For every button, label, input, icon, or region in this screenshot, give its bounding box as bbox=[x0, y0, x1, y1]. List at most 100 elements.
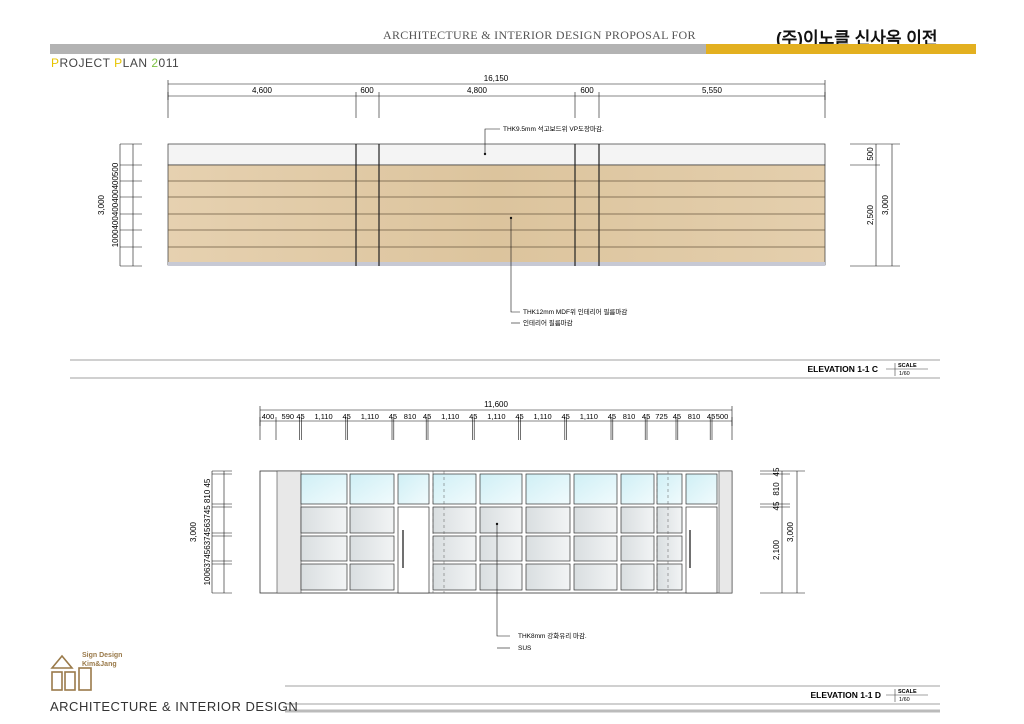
d-glass-pane bbox=[620, 535, 655, 562]
d-seg-dim: 45 bbox=[707, 412, 715, 421]
d-glass-pane bbox=[656, 563, 683, 591]
d-glass-pane bbox=[573, 506, 618, 534]
d-left-stack: 100637456374563745 810 45 bbox=[203, 478, 212, 585]
company-logo: Sign Design Kim&Jang bbox=[50, 652, 122, 691]
d-glass-pane bbox=[479, 535, 523, 562]
c-seg-dim-3: 4,800 bbox=[467, 86, 488, 95]
d-seg-dim: 500 bbox=[716, 412, 729, 421]
d-seg-dim: 45 bbox=[389, 412, 397, 421]
d-right-dim-4: 2,100 bbox=[772, 539, 781, 560]
d-seg-dim: 810 bbox=[623, 412, 636, 421]
c-note-top: THK9.5mm 석고보드위 VP도장마감. bbox=[503, 124, 604, 133]
c-seg-dim-2: 600 bbox=[360, 86, 374, 95]
d-glass-pane bbox=[573, 563, 618, 591]
d-glass-pane bbox=[525, 506, 571, 534]
d-seg-dim: 45 bbox=[469, 412, 477, 421]
logo-line1: Sign Design bbox=[82, 652, 122, 659]
d-seg-dim: 1,110 bbox=[441, 412, 459, 421]
d-glass-pane bbox=[525, 563, 571, 591]
d-seg-dim: 1,110 bbox=[314, 412, 332, 421]
d-left-column bbox=[276, 470, 302, 594]
d-glass-pane bbox=[349, 506, 395, 534]
d-seg-dim: 45 bbox=[642, 412, 650, 421]
c-right-dim-2: 2,500 bbox=[866, 204, 875, 225]
d-scale-value: 1/60 bbox=[899, 697, 910, 703]
d-glass-pane bbox=[397, 473, 430, 505]
c-scale-label: SCALE bbox=[898, 363, 917, 369]
c-note-bottom-1: THK12mm MDF위 인테리어 필름마감 bbox=[523, 307, 627, 316]
d-glass-pane bbox=[656, 473, 683, 505]
d-glass-pane bbox=[300, 506, 348, 534]
d-glass-pane bbox=[525, 535, 571, 562]
c-wood-panel bbox=[167, 164, 826, 266]
c-overall-dim: 16,150 bbox=[484, 74, 509, 83]
c-note-bottom-2: 인테리어 필름마감 bbox=[523, 318, 573, 327]
c-upper-gypsum-panel bbox=[167, 143, 826, 166]
c-seg-dim-4: 600 bbox=[580, 86, 594, 95]
d-overall-dim: 11,600 bbox=[484, 400, 508, 409]
d-glass-pane bbox=[620, 563, 655, 591]
d-right-dim-3: 45 bbox=[772, 501, 781, 510]
d-glass-pane bbox=[349, 473, 395, 505]
d-glass-pane bbox=[525, 473, 571, 505]
d-right-dim-5: 3,000 bbox=[786, 521, 795, 542]
c-left-height: 3,000 bbox=[97, 194, 106, 215]
d-glass-pane bbox=[300, 563, 348, 591]
c-scale-value: 1/60 bbox=[899, 371, 910, 377]
d-glass-pane bbox=[656, 506, 683, 534]
d-glass-pane bbox=[300, 535, 348, 562]
d-glass-pane bbox=[349, 535, 395, 562]
d-right-dim-2: 810 bbox=[772, 482, 781, 496]
c-right-dim-3: 3,000 bbox=[881, 194, 890, 215]
d-glass-pane bbox=[620, 473, 655, 505]
elevation-c: 16,150 4,600 600 4,800 600 5,550 3,000 1… bbox=[70, 74, 940, 379]
d-glass-pane bbox=[620, 506, 655, 534]
d-seg-dim: 45 bbox=[673, 412, 681, 421]
d-glass-pane bbox=[349, 563, 395, 591]
d-seg-dim: 45 bbox=[515, 412, 523, 421]
d-seg-dim: 45 bbox=[296, 412, 304, 421]
d-right-dim-1: 45 bbox=[772, 467, 781, 476]
d-seg-dim: 1,110 bbox=[361, 412, 379, 421]
d-glass-pane bbox=[432, 535, 477, 562]
d-seg-dim: 45 bbox=[608, 412, 616, 421]
c-baseboard bbox=[168, 262, 825, 266]
c-seg-dim-1: 4,600 bbox=[252, 86, 273, 95]
d-seg-dim: 45 bbox=[343, 412, 351, 421]
d-seg-dim: 45 bbox=[423, 412, 431, 421]
c-left-stack: 1000400400400400500 bbox=[111, 162, 120, 247]
c-title: ELEVATION 1-1 C bbox=[807, 364, 878, 374]
d-seg-dim: 1,110 bbox=[487, 412, 505, 421]
d-glass-pane bbox=[685, 473, 718, 505]
d-seg-dim: 400 bbox=[262, 412, 275, 421]
d-glass-pane bbox=[479, 506, 523, 534]
d-seg-dim: 590 bbox=[282, 412, 295, 421]
elevation-d: 11,600 400 590 45 1,110 45 1,110 45 810 45 1,110 4… bbox=[189, 400, 940, 713]
d-glass-pane bbox=[432, 563, 477, 591]
d-glass-pane bbox=[432, 506, 477, 534]
d-glass-pane bbox=[479, 563, 523, 591]
d-seg-dim: 45 bbox=[562, 412, 570, 421]
footer-company: ARCHITECTURE & INTERIOR DESIGN bbox=[50, 699, 299, 714]
d-right-column bbox=[718, 470, 733, 594]
d-seg-dim: 810 bbox=[688, 412, 701, 421]
d-left-height: 3,000 bbox=[189, 521, 198, 542]
d-title: ELEVATION 1-1 D bbox=[810, 690, 881, 700]
d-glass-pane bbox=[479, 473, 523, 505]
d-seg-dim: 1,110 bbox=[580, 412, 598, 421]
d-seg-dim: 725 bbox=[655, 412, 668, 421]
d-glass-pane bbox=[656, 535, 683, 562]
d-glass-pane bbox=[573, 535, 618, 562]
d-glass-pane bbox=[432, 473, 477, 505]
d-note-1: THK8mm 강화유리 마감. bbox=[518, 631, 587, 640]
d-scale-label: SCALE bbox=[898, 689, 917, 695]
d-note-2: SUS bbox=[518, 645, 532, 652]
c-seg-dim-5: 5,550 bbox=[702, 86, 723, 95]
d-glass-pane bbox=[300, 473, 348, 505]
elevation-drawing: 16,150 4,600 600 4,800 600 5,550 3,000 1… bbox=[50, 74, 940, 713]
logo-line2: Kim&Jang bbox=[82, 661, 117, 668]
d-seg-dim: 1,110 bbox=[533, 412, 551, 421]
c-right-dim-1: 500 bbox=[866, 147, 875, 161]
d-glass-pane bbox=[573, 473, 618, 505]
d-seg-dim: 810 bbox=[404, 412, 417, 421]
